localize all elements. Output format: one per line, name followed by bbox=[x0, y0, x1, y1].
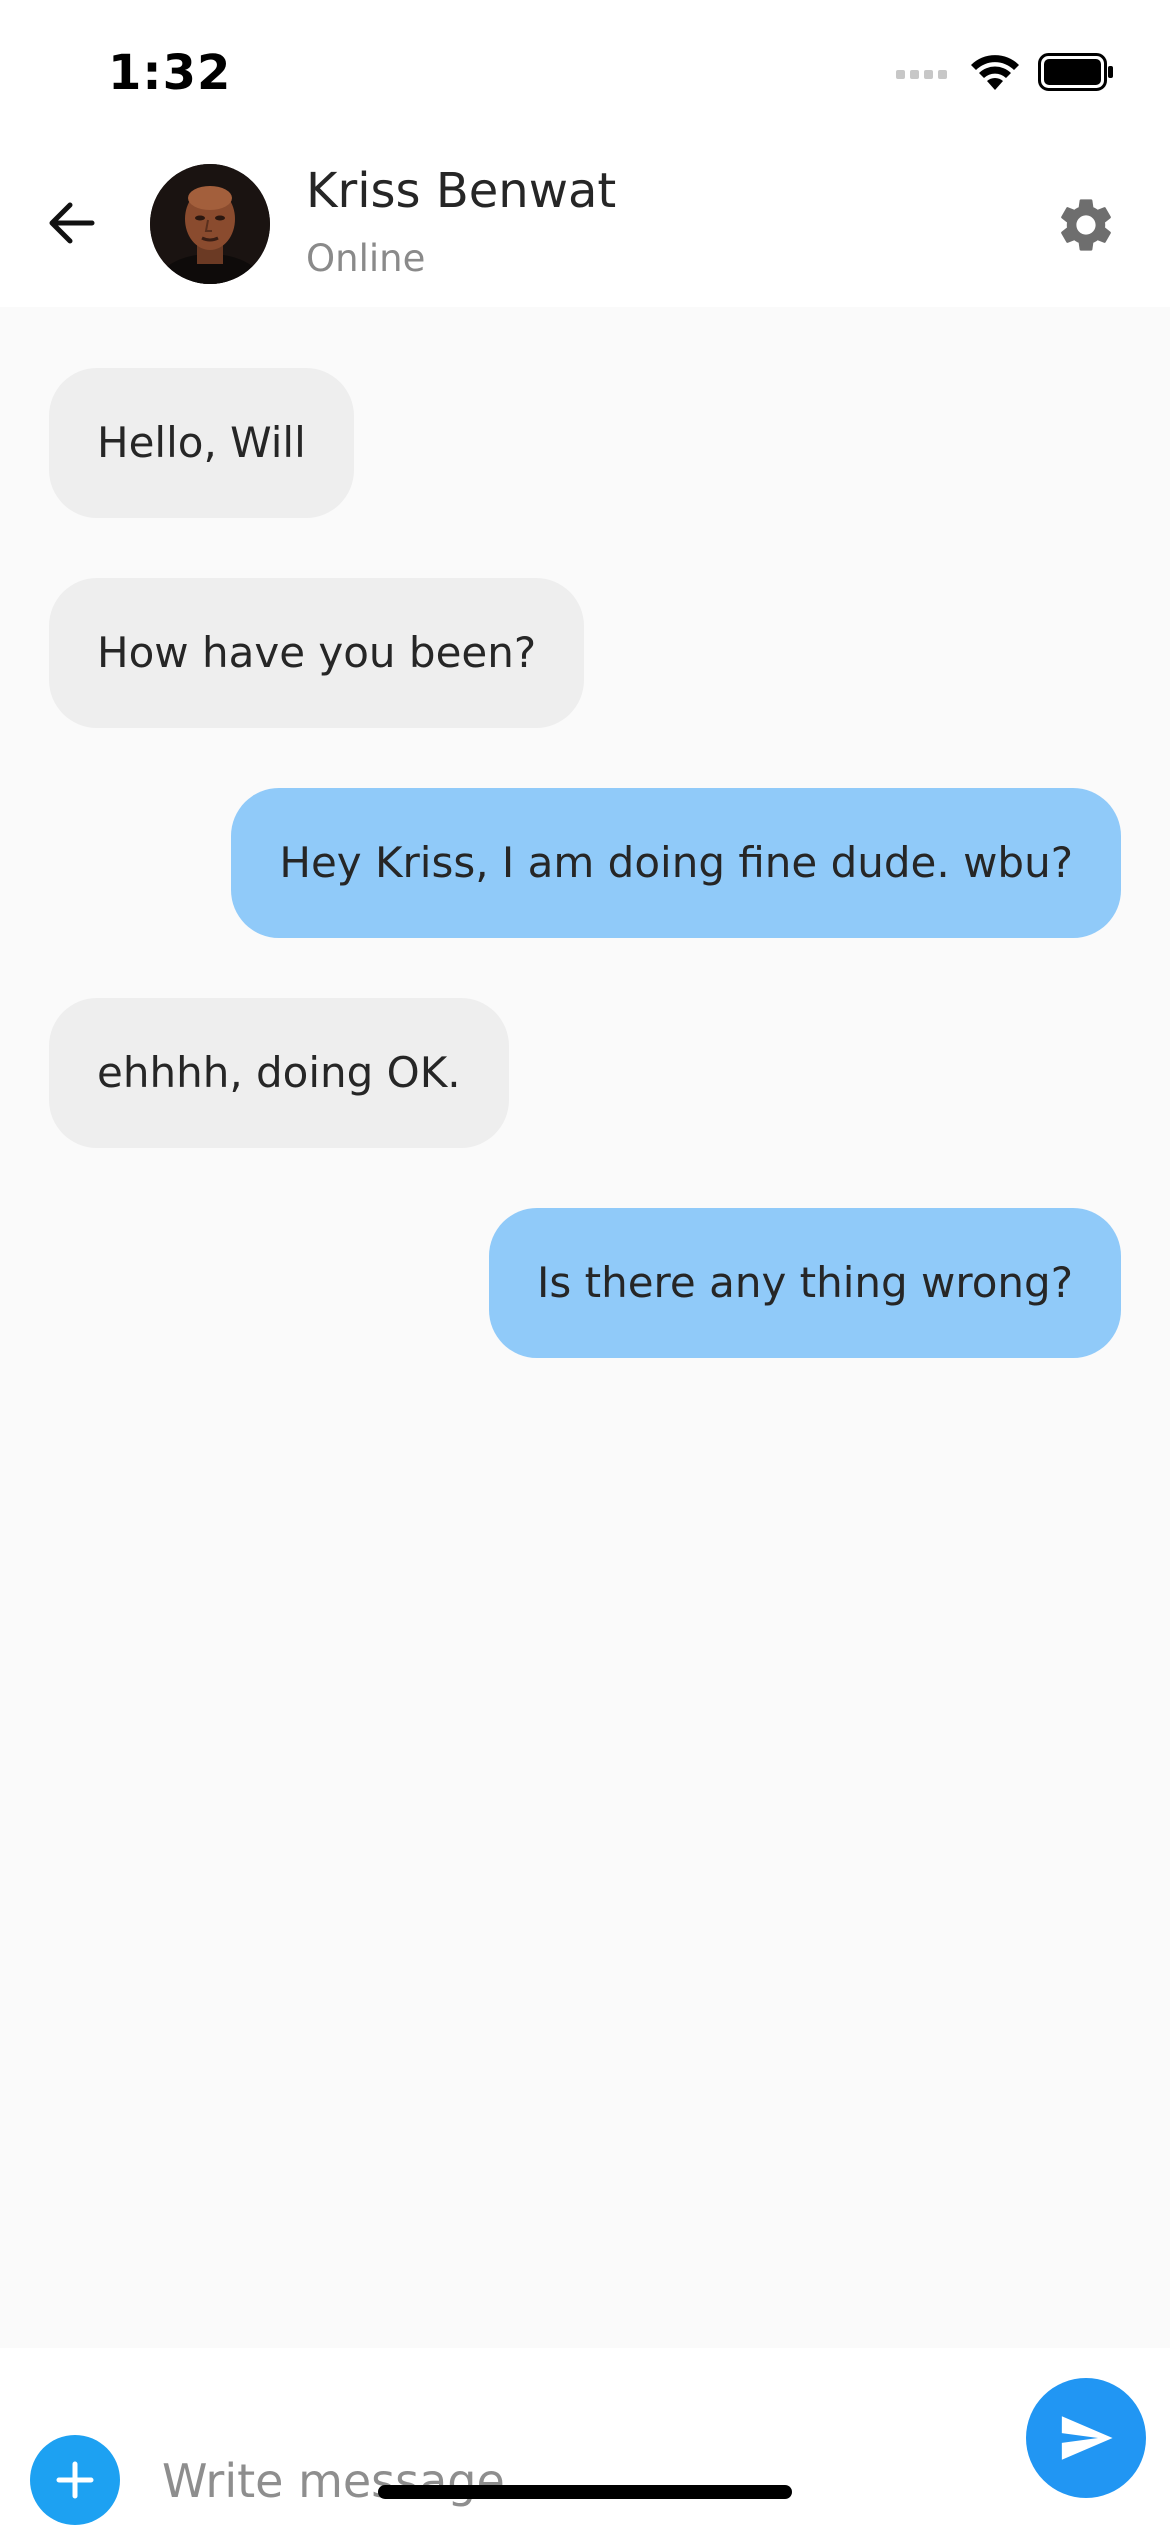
plus-icon bbox=[56, 2461, 94, 2499]
message-list[interactable]: Hello, Will How have you been? Hey Kriss… bbox=[0, 307, 1170, 2347]
add-attachment-button[interactable] bbox=[30, 2435, 120, 2525]
wifi-icon bbox=[970, 52, 1020, 96]
message-bubble-incoming[interactable]: ehhhh, doing OK. bbox=[49, 998, 509, 1148]
back-button[interactable] bbox=[40, 191, 104, 255]
chat-header: Kriss Benwat Online bbox=[0, 145, 1170, 307]
message-bubble-incoming[interactable]: Hello, Will bbox=[49, 368, 354, 518]
send-button[interactable] bbox=[1026, 2378, 1146, 2498]
send-icon bbox=[1061, 2416, 1113, 2460]
status-bar: 1:32 bbox=[0, 0, 1170, 145]
contact-status: Online bbox=[306, 237, 426, 280]
message-bubble-outgoing[interactable]: Is there any thing wrong? bbox=[489, 1208, 1121, 1358]
contact-name[interactable]: Kriss Benwat bbox=[306, 163, 616, 219]
home-indicator[interactable] bbox=[378, 2485, 792, 2499]
message-bubble-incoming[interactable]: How have you been? bbox=[49, 578, 585, 728]
message-input[interactable] bbox=[160, 2430, 984, 2532]
gear-icon bbox=[1061, 199, 1111, 251]
battery-icon bbox=[1038, 53, 1114, 95]
settings-button[interactable] bbox=[1054, 193, 1118, 257]
status-icons bbox=[896, 52, 1114, 96]
status-time: 1:32 bbox=[108, 45, 232, 101]
message-bubble-outgoing[interactable]: Hey Kriss, I am doing fine dude. wbu? bbox=[231, 788, 1121, 938]
avatar[interactable] bbox=[150, 164, 270, 284]
message-composer bbox=[0, 2348, 1170, 2532]
arrow-back-icon bbox=[49, 202, 95, 244]
signal-icon bbox=[896, 62, 952, 86]
